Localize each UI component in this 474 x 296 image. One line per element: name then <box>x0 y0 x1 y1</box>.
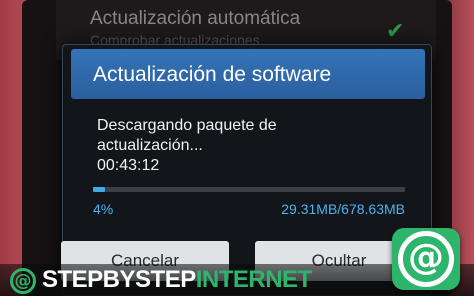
dialog-header: Actualización de software <box>71 49 425 99</box>
elapsed-time: 00:43:12 <box>97 157 160 174</box>
progress-percent: 4% <box>93 201 114 217</box>
at-sign-logo-icon: @ <box>398 231 454 287</box>
auto-update-setting-title: Actualización automática <box>90 8 301 29</box>
brand-part2: INTERNET <box>195 266 313 293</box>
logo-badge: @ <box>392 228 460 290</box>
dialog-title: Actualización de software <box>93 63 332 86</box>
watermark-brand: STEPBYSTEPINTERNET <box>42 266 312 294</box>
brand-part1: STEPBYSTEP <box>42 266 196 293</box>
at-sign-icon: @ <box>10 268 36 294</box>
download-message-line2: actualización... <box>97 137 203 154</box>
download-message-line1: Descargando paquete de <box>97 117 277 134</box>
check-icon: ✔ <box>386 18 405 43</box>
download-size: 29.31MB/678.63MB <box>281 201 405 217</box>
download-progress-fill <box>93 187 106 192</box>
software-update-dialog: Actualización de software Descargando pa… <box>61 44 432 296</box>
download-progress-bar <box>93 187 405 192</box>
